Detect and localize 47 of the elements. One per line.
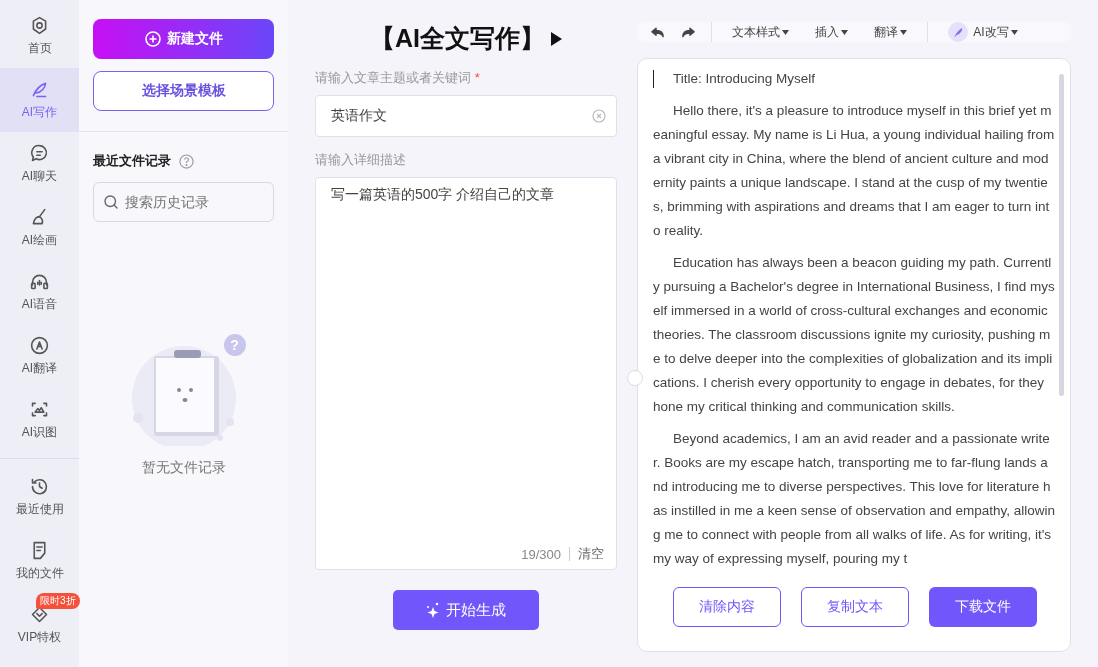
resize-handle[interactable] xyxy=(627,370,643,386)
search-icon xyxy=(102,193,120,211)
history-icon xyxy=(29,476,50,497)
nav-item[interactable]: AI识图 xyxy=(0,388,79,452)
play-icon xyxy=(551,31,562,46)
toolbar-menu[interactable]: 翻译 xyxy=(868,23,913,41)
toolbar-menu[interactable]: 插入 xyxy=(809,23,854,41)
caret-icon xyxy=(782,29,789,35)
nav-item[interactable]: AI聊天 xyxy=(0,132,79,196)
nav-item[interactable]: 最近使用 xyxy=(0,465,79,529)
generate-button[interactable]: 开始生成 xyxy=(393,590,539,630)
required-mark: * xyxy=(474,70,480,85)
section-title: 最近文件记录 xyxy=(93,152,171,170)
clear-link[interactable]: 清空 xyxy=(578,545,604,563)
chat-icon xyxy=(29,143,50,164)
action-button[interactable]: 清除内容 xyxy=(673,587,781,627)
nav-item[interactable]: AI绘画 xyxy=(0,196,79,260)
sparkle-icon xyxy=(426,602,440,618)
nav-item[interactable]: AI语音 xyxy=(0,260,79,324)
description-field[interactable]: 写一篇英语的500字 介绍自己的文章 19/300 清空 xyxy=(315,177,617,570)
caret-icon xyxy=(1010,29,1018,35)
new-file-button[interactable]: 新建文件 xyxy=(93,19,274,59)
document-text[interactable]: Title: Introducing Myself Hello there, it's a pleasure to introduce myself in this brief yet meaningful essay. My name is Li Hua, a young individual hailing from a vibrant city in China, where the blend of ancient culture and modernity paints a unique landscape. I stand at the cusp of my twenties, brimming with aspirations and dreams that I am eager to turn into reality. Education has always been a beacon guiding my path. Currently pursuing a Bachelor's degree in International Business, I find myself immersed in a world of cross-cultural exchanges and economic theories. The classroom discussions ignite my curiosity, pushing me to delve deeper into the complexities of globalization and its implications. I cherish every opportunity to engage in debates, for they hone my critical thinking and communication skills. Beyond academics, I am an avid reader and a passionate writer. Books are my escape hatch, transporting me to far-flung lands and introducing me to diverse perspectives. This love for literature has instilled in me a keen sense of observation and empathy, allowing me to connect with people from all walks of life. As for writing, it's my way of expressing myself, pouring my t xyxy=(653,67,1055,579)
topic-field[interactable]: 英语作文 xyxy=(315,95,617,137)
caret-icon xyxy=(841,29,848,35)
caret-icon xyxy=(900,29,907,35)
nav-item[interactable]: AI翻译 xyxy=(0,324,79,388)
discount-badge: 限时3折 xyxy=(36,593,80,609)
empty-message: 暂无文件记录 xyxy=(141,459,226,477)
action-button[interactable]: 下载文件 xyxy=(929,587,1037,627)
toolbar-menu[interactable]: 文本样式 xyxy=(726,23,795,41)
character-counter: 19/300 xyxy=(521,546,561,562)
clear-icon[interactable] xyxy=(592,109,606,123)
nav-item[interactable]: 限时3折 VIP特权 xyxy=(0,593,79,657)
plus-circle-icon xyxy=(144,31,161,47)
field-label: 请输入文章主题或者关键词 xyxy=(315,70,471,85)
question-badge: ? xyxy=(223,334,246,356)
action-button[interactable]: 复制文本 xyxy=(801,587,909,627)
translate-icon xyxy=(29,335,50,356)
search-field[interactable]: 搜索历史记录 xyxy=(93,182,274,222)
field-label: 请输入详细描述 xyxy=(315,152,406,167)
page-title: 【AI全文写作】 xyxy=(370,23,545,54)
help-icon xyxy=(179,153,194,169)
ai-rewrite-menu[interactable]: AI改写 xyxy=(942,22,1024,42)
template-button[interactable]: 选择场景模板 xyxy=(93,71,274,111)
nav-item[interactable]: 首页 xyxy=(0,4,79,68)
nav-item[interactable]: 我的文件 xyxy=(0,529,79,593)
